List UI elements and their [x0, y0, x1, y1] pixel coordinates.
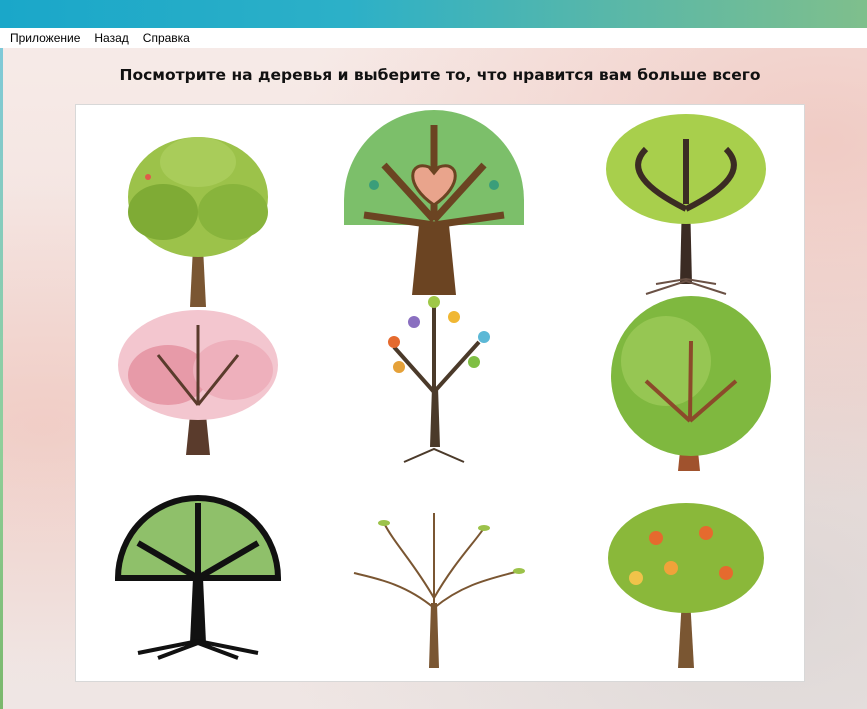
- menu-item-back[interactable]: Назад: [87, 28, 135, 48]
- window-top-strip: [0, 0, 867, 28]
- menu-bar: Приложение Назад Справка: [0, 28, 867, 48]
- green-leafy-tree-image[interactable]: [98, 117, 298, 307]
- heart-tree-image[interactable]: [334, 105, 534, 295]
- stained-glass-tree-image[interactable]: [98, 483, 298, 673]
- window-left-edge: [0, 48, 3, 709]
- swirl-tree-image[interactable]: [586, 109, 786, 299]
- trees-panel: [75, 104, 805, 682]
- fruit-tree-image[interactable]: [586, 493, 786, 683]
- menu-item-app[interactable]: Приложение: [0, 28, 87, 48]
- menu-item-help[interactable]: Справка: [136, 28, 197, 48]
- page-title: Посмотрите на деревья и выберите то, что…: [119, 66, 761, 84]
- colorful-leaves-tree-image[interactable]: [334, 287, 534, 477]
- bare-sprout-tree-image[interactable]: [334, 503, 534, 693]
- round-green-tree-image[interactable]: [586, 291, 786, 481]
- cherry-blossom-tree-image[interactable]: [98, 295, 298, 485]
- app-window: Приложение Назад Справка Посмотрите на д…: [0, 0, 867, 709]
